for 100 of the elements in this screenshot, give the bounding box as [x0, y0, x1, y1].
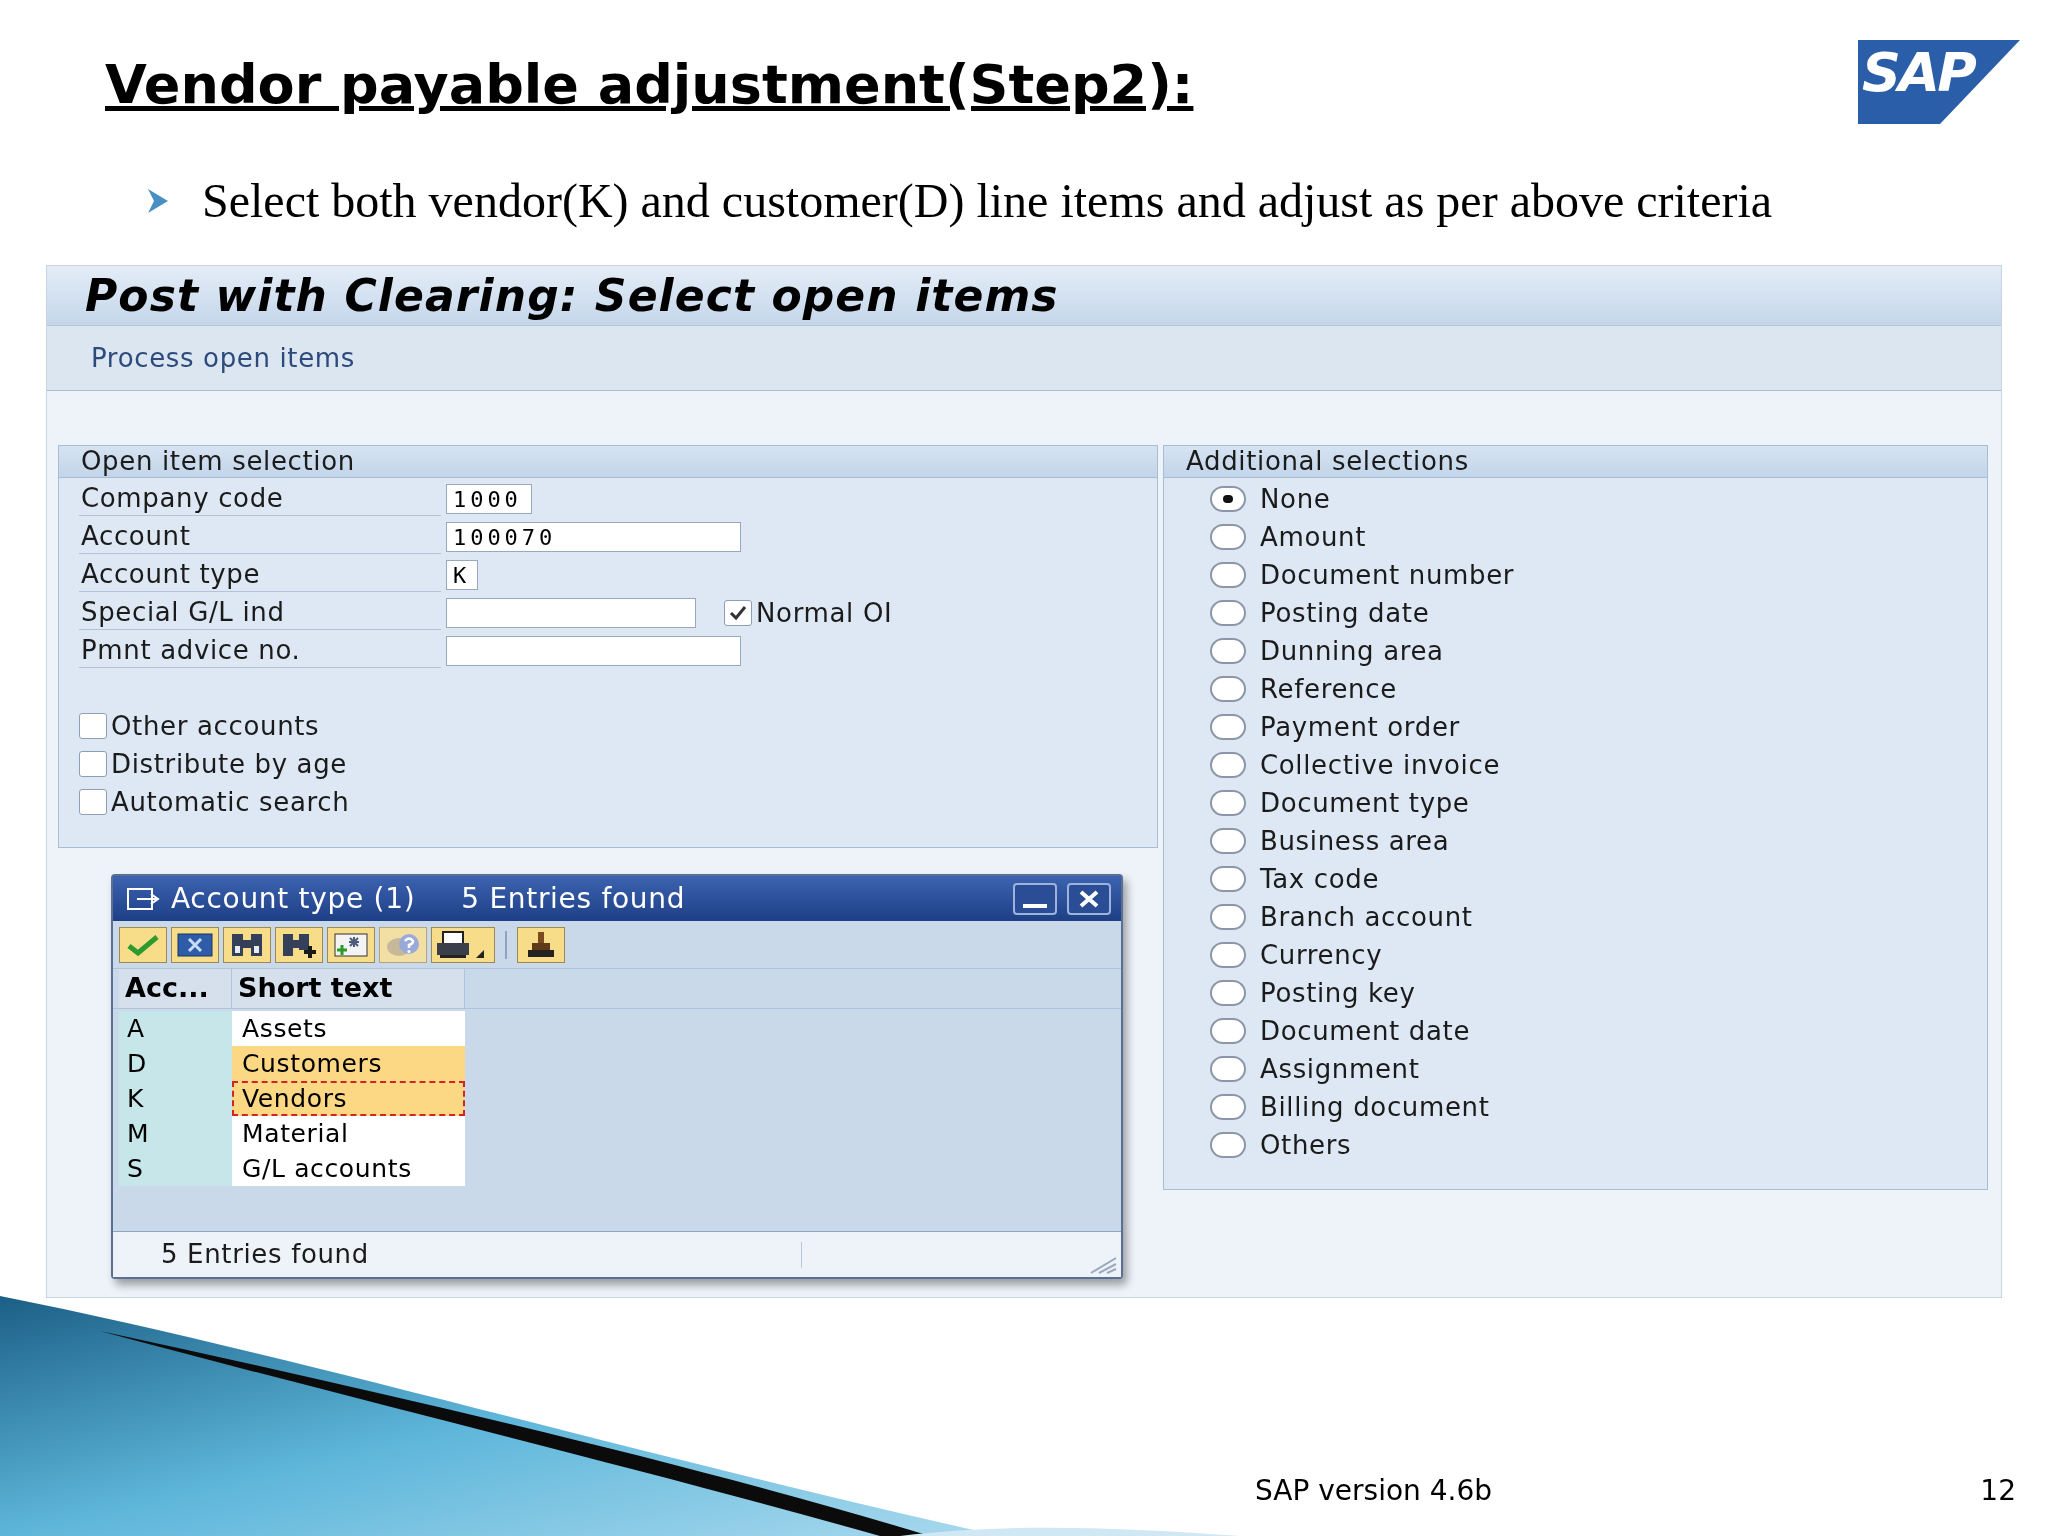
toolbar-button[interactable]: [327, 926, 375, 963]
radio-label: Document date: [1260, 1014, 1471, 1048]
checkbox-label: Normal OI: [756, 596, 893, 630]
binoculars-plus-icon: [281, 931, 317, 958]
footer-text: SAP version 4.6b: [1255, 1473, 1492, 1509]
bullet-text: Select both vendor(K) and customer(D) line items and adjust as per above criteria: [202, 173, 1773, 230]
radio-button[interactable]: [1210, 790, 1246, 816]
radio-label: Business area: [1260, 824, 1450, 858]
checkbox-label: Other accounts: [111, 709, 320, 743]
resize-grip-icon: [1089, 1254, 1117, 1274]
table-cell: A: [119, 1011, 232, 1046]
check-icon: [729, 605, 747, 621]
page-number: 12: [1980, 1473, 2016, 1509]
table-cell[interactable]: Customers: [232, 1046, 465, 1081]
toolbar-button[interactable]: [223, 926, 271, 963]
radio-button[interactable]: [1210, 752, 1246, 778]
field-label: Pmnt advice no.: [79, 634, 441, 668]
table-cell[interactable]: Assets: [232, 1011, 465, 1046]
radio-label: Posting key: [1260, 976, 1416, 1010]
popup-subtitle: 5 Entries found: [461, 880, 686, 917]
field-label: Company code: [79, 482, 441, 516]
toolbar-button[interactable]: [171, 926, 219, 963]
checkbox-label: Distribute by age: [111, 747, 347, 781]
radio-label: Amount: [1260, 520, 1367, 554]
bullet-arrow-icon: [148, 189, 168, 213]
radio-label: Assignment: [1260, 1052, 1420, 1086]
radio-button[interactable]: [1210, 942, 1246, 968]
radio-button[interactable]: [1210, 866, 1246, 892]
checkbox[interactable]: [79, 789, 107, 815]
help-icon: [385, 931, 421, 958]
input-field[interactable]: [446, 636, 741, 666]
radio-button[interactable]: [1210, 1056, 1246, 1082]
logo: SAP: [1858, 40, 2020, 124]
table-cell: K: [119, 1081, 232, 1116]
group-title: Open item selection: [81, 445, 355, 478]
table-cell: M: [119, 1116, 232, 1151]
close-icon: [1078, 889, 1100, 908]
field-label: Account: [79, 520, 441, 554]
radio-label: Others: [1260, 1128, 1352, 1162]
radio-label: Reference: [1260, 672, 1397, 706]
sparkle-document-icon: [334, 932, 368, 957]
checkbox[interactable]: [724, 600, 752, 626]
table-cell: S: [119, 1151, 232, 1186]
stamp-icon: [526, 930, 556, 959]
table-cell[interactable]: G/L accounts: [232, 1151, 465, 1186]
toolbar-button[interactable]: [517, 926, 565, 963]
radio-button[interactable]: [1210, 638, 1246, 664]
print-button[interactable]: [431, 926, 495, 963]
screen-title: Post with Clearing: Select open items: [85, 268, 1059, 323]
window-icon: [127, 886, 161, 911]
check-icon: [126, 933, 160, 956]
column-header[interactable]: Acc...: [119, 969, 232, 1008]
binoculars-icon: [230, 931, 264, 958]
toolbar-button[interactable]: [275, 926, 323, 963]
radio-button[interactable]: [1210, 904, 1246, 930]
table-cell[interactable]: Vendors: [232, 1081, 465, 1116]
radio-button[interactable]: [1210, 828, 1246, 854]
radio-button[interactable]: [1210, 562, 1246, 588]
group-title: Additional selections: [1186, 445, 1469, 478]
minimize-icon: [1023, 903, 1047, 908]
radio-button[interactable]: [1210, 524, 1246, 550]
table-cell: D: [119, 1046, 232, 1081]
minimize-button[interactable]: [1013, 882, 1057, 915]
radio-label: Billing document: [1260, 1090, 1490, 1124]
radio-label: Payment order: [1260, 710, 1460, 744]
checkbox[interactable]: [79, 751, 107, 777]
input-field[interactable]: K: [446, 560, 478, 590]
radio-button[interactable]: [1210, 714, 1246, 740]
input-field[interactable]: 100070: [446, 522, 741, 552]
input-field[interactable]: 1000: [446, 484, 532, 514]
radio-label: Dunning area: [1260, 634, 1444, 668]
radio-label: Posting date: [1260, 596, 1430, 630]
radio-button[interactable]: [1210, 1094, 1246, 1120]
caret-icon: [476, 949, 484, 958]
radio-label: Document type: [1260, 786, 1470, 820]
toolbar-link[interactable]: Process open items: [91, 338, 356, 378]
popup-title: Account type (1): [171, 880, 416, 917]
radio-button[interactable]: [1210, 1132, 1246, 1158]
radio-label: Tax code: [1260, 862, 1380, 896]
radio-label: Collective invoice: [1260, 748, 1501, 782]
radio-button[interactable]: [1210, 1018, 1246, 1044]
table-cell[interactable]: Material: [232, 1116, 465, 1151]
radio-label: Currency: [1260, 938, 1383, 972]
radio-button[interactable]: [1210, 486, 1246, 512]
checkbox-label: Automatic search: [111, 785, 350, 819]
radio-button[interactable]: [1210, 676, 1246, 702]
slide-title: Vendor payable adjustment(Step2):: [105, 58, 1194, 112]
status-text: 5 Entries found: [161, 1238, 370, 1271]
checkbox[interactable]: [79, 713, 107, 739]
radio-button[interactable]: [1210, 980, 1246, 1006]
radio-label: Document number: [1260, 558, 1515, 592]
radio-label: None: [1260, 482, 1331, 516]
field-label: Special G/L ind: [79, 596, 441, 630]
column-header[interactable]: Short text: [232, 969, 465, 1008]
printer-icon: [436, 930, 470, 959]
input-field[interactable]: [446, 598, 696, 628]
field-label: Account type: [79, 558, 441, 592]
cancel-icon: [177, 932, 213, 957]
close-button[interactable]: [1067, 882, 1111, 915]
radio-button[interactable]: [1210, 600, 1246, 626]
